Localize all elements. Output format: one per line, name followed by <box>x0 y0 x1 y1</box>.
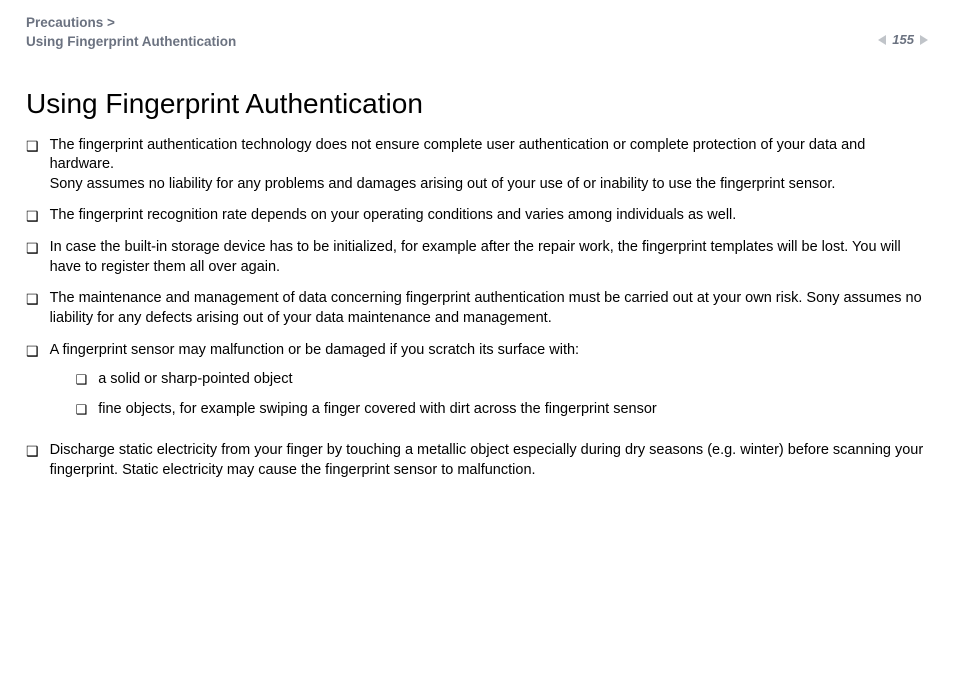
breadcrumb-line1: Precautions > <box>26 14 236 33</box>
page-content: Using Fingerprint Authentication ❑ The fi… <box>0 60 954 503</box>
breadcrumb-line2: Using Fingerprint Authentication <box>26 33 236 52</box>
bullet-text: In case the built-in storage device has … <box>50 238 928 277</box>
list-item: ❑ The fingerprint authentication technolo… <box>26 136 928 195</box>
list-item: ❑ In case the built-in storage device has… <box>26 238 928 277</box>
page-navigation: 155 <box>878 32 928 47</box>
bullet-text-line: The maintenance and management of data c… <box>50 289 928 328</box>
bullet-text: The fingerprint recognition rate depends… <box>50 206 928 226</box>
sub-list-item: ❑ a solid or sharp-pointed object <box>76 370 928 390</box>
sub-bullet-text: fine objects, for example swiping a fing… <box>98 400 657 420</box>
bullet-text-line: The fingerprint authentication technolog… <box>50 136 928 175</box>
prev-page-icon[interactable] <box>878 35 886 45</box>
page-header: Precautions > Using Fingerprint Authenti… <box>0 0 954 60</box>
list-item: ❑ The fingerprint recognition rate depend… <box>26 206 928 226</box>
bullet-marker-icon: ❑ <box>26 342 39 361</box>
bullet-text-line: In case the built-in storage device has … <box>50 238 928 277</box>
next-page-icon[interactable] <box>920 35 928 45</box>
sub-list: ❑ a solid or sharp-pointed object ❑ fine ob… <box>76 370 928 419</box>
bullet-marker-icon: ❑ <box>26 207 39 226</box>
bullet-text: Discharge static electricity from your f… <box>50 441 928 480</box>
breadcrumb: Precautions > Using Fingerprint Authenti… <box>26 14 236 52</box>
sub-bullet-text: a solid or sharp-pointed object <box>98 370 292 390</box>
bullet-text-line: Discharge static electricity from your f… <box>50 441 928 480</box>
bullet-text: The fingerprint authentication technolog… <box>50 136 928 195</box>
sub-bullet-marker-icon: ❑ <box>76 371 88 389</box>
list-item: ❑ A fingerprint sensor may malfunction or… <box>26 341 928 430</box>
list-item: ❑ The maintenance and management of data … <box>26 289 928 328</box>
bullet-text: A fingerprint sensor may malfunction or … <box>50 341 928 430</box>
bullet-text-line: A fingerprint sensor may malfunction or … <box>50 341 928 361</box>
sub-bullet-marker-icon: ❑ <box>76 401 88 419</box>
sub-list-item: ❑ fine objects, for example swiping a fin… <box>76 400 928 420</box>
bullet-marker-icon: ❑ <box>26 442 39 461</box>
page-number: 155 <box>892 32 914 47</box>
bullet-marker-icon: ❑ <box>26 239 39 258</box>
bullet-marker-icon: ❑ <box>26 290 39 309</box>
bullet-text: The maintenance and management of data c… <box>50 289 928 328</box>
page-title: Using Fingerprint Authentication <box>26 88 928 120</box>
bullet-marker-icon: ❑ <box>26 137 39 156</box>
list-item: ❑ Discharge static electricity from your … <box>26 441 928 480</box>
bullet-text-line: The fingerprint recognition rate depends… <box>50 206 928 226</box>
bullet-text-line: Sony assumes no liability for any proble… <box>50 175 928 195</box>
bullet-list: ❑ The fingerprint authentication technolo… <box>26 136 928 481</box>
